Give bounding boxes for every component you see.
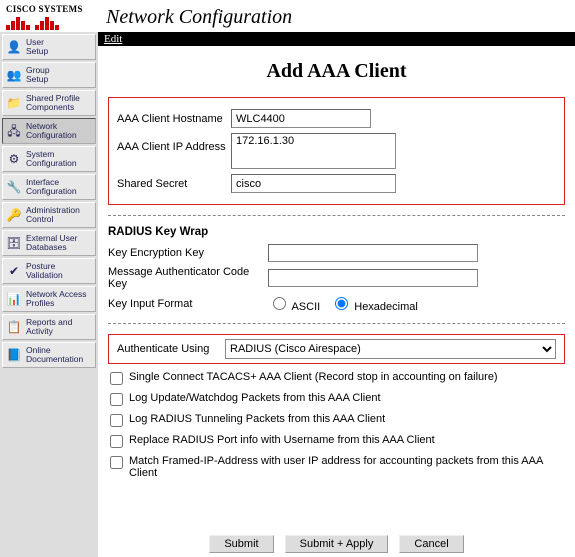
sidebar: 👤User Setup 👥Group Setup 📁Shared Profile…: [0, 32, 98, 557]
auth-using-label: Authenticate Using: [117, 343, 225, 355]
submit-button[interactable]: Submit: [209, 535, 273, 553]
footer-buttons: Submit Submit + Apply Cancel: [98, 529, 575, 557]
sidebar-item-label: Shared Profile Components: [26, 94, 80, 112]
logo-text: CISCO SYSTEMS: [6, 4, 92, 14]
sidebar-item-group-setup[interactable]: 👥Group Setup: [2, 62, 96, 88]
sidebar-item-nap[interactable]: 📊Network Access Profiles: [2, 286, 96, 312]
sidebar-item-label: Administration Control: [26, 206, 80, 224]
sidebar-item-label: Posture Validation: [26, 262, 63, 280]
clipboard-icon: 📋: [5, 318, 23, 336]
hostname-label: AAA Client Hostname: [117, 113, 231, 125]
group-icon: 👥: [5, 66, 23, 84]
cancel-button[interactable]: Cancel: [399, 535, 463, 553]
hostname-input[interactable]: [231, 109, 371, 128]
database-icon: 🗄: [5, 234, 23, 252]
cb-log-tunnel[interactable]: [110, 414, 123, 427]
user-icon: 👤: [5, 38, 23, 56]
kek-input[interactable]: [268, 244, 478, 262]
sidebar-item-label: Interface Configuration: [26, 178, 77, 196]
submit-apply-button[interactable]: Submit + Apply: [285, 535, 389, 553]
secret-label: Shared Secret: [117, 178, 231, 190]
ascii-text: ASCII: [291, 301, 320, 313]
sidebar-item-label: Online Documentation: [26, 346, 83, 364]
sidebar-item-label: System Configuration: [26, 150, 77, 168]
cb-match-framed-ip[interactable]: [110, 456, 123, 469]
header: CISCO SYSTEMS Network Configuration: [0, 0, 575, 32]
auth-using-box: Authenticate Using RADIUS (Cisco Airespa…: [108, 334, 565, 364]
format-label: Key Input Format: [108, 298, 268, 310]
sidebar-item-interface-config[interactable]: 🔧Interface Configuration: [2, 174, 96, 200]
ascii-radio[interactable]: [273, 297, 286, 310]
hex-radio[interactable]: [335, 297, 348, 310]
cb-label: Log RADIUS Tunneling Packets from this A…: [129, 413, 565, 425]
ip-label: AAA Client IP Address: [117, 133, 231, 153]
menu-edit[interactable]: Edit: [104, 33, 122, 45]
sidebar-item-network-config[interactable]: 🖧Network Configuration: [2, 118, 96, 144]
secret-input[interactable]: [231, 174, 396, 193]
hex-text: Hexadecimal: [354, 301, 418, 313]
main: Edit Add AAA Client AAA Client Hostname …: [98, 32, 575, 557]
page-title: Network Configuration: [98, 6, 292, 29]
kek-label: Key Encryption Key: [108, 247, 268, 259]
wrench-icon: 🔧: [5, 178, 23, 196]
key-icon: 🔑: [5, 206, 23, 224]
sidebar-item-label: Group Setup: [26, 66, 50, 84]
sidebar-item-reports[interactable]: 📋Reports and Activity: [2, 314, 96, 340]
sidebar-item-label: Network Access Profiles: [26, 290, 86, 308]
network-icon: 🖧: [5, 122, 23, 140]
cb-log-update[interactable]: [110, 393, 123, 406]
hex-radio-label[interactable]: Hexadecimal: [330, 294, 418, 313]
sidebar-item-label: Network Configuration: [26, 122, 77, 140]
sidebar-item-label: External User Databases: [26, 234, 78, 252]
cb-label: Single Connect TACACS+ AAA Client (Recor…: [129, 371, 565, 383]
cb-label: Replace RADIUS Port info with Username f…: [129, 434, 565, 446]
check-icon: ✔: [5, 262, 23, 280]
mack-label: Message Authenticator Code Key: [108, 266, 268, 290]
app-window: CISCO SYSTEMS Network Configuration 👤Use…: [0, 0, 575, 557]
book-icon: 📘: [5, 346, 23, 364]
sidebar-item-system-config[interactable]: ⚙System Configuration: [2, 146, 96, 172]
sidebar-item-admin-control[interactable]: 🔑Administration Control: [2, 202, 96, 228]
keywrap-heading: RADIUS Key Wrap: [108, 226, 565, 238]
cb-label: Match Framed-IP-Address with user IP add…: [129, 455, 565, 479]
mack-input[interactable]: [268, 269, 478, 287]
options-list: Single Connect TACACS+ AAA Client (Recor…: [108, 371, 565, 479]
sidebar-item-docs[interactable]: 📘Online Documentation: [2, 342, 96, 368]
cb-replace-port[interactable]: [110, 435, 123, 448]
cb-label: Log Update/Watchdog Packets from this AA…: [129, 392, 565, 404]
body: 👤User Setup 👥Group Setup 📁Shared Profile…: [0, 32, 575, 557]
client-info-box: AAA Client Hostname AAA Client IP Addres…: [108, 97, 565, 205]
keywrap-section: RADIUS Key Wrap Key Encryption Key Messa…: [108, 226, 565, 313]
menubar: Edit: [98, 32, 575, 46]
folder-icon: 📁: [5, 94, 23, 112]
cb-single-connect[interactable]: [110, 372, 123, 385]
form-title: Add AAA Client: [108, 60, 565, 83]
sidebar-item-shared-profile[interactable]: 📁Shared Profile Components: [2, 90, 96, 116]
ascii-radio-label[interactable]: ASCII: [268, 294, 320, 313]
cisco-logo: CISCO SYSTEMS: [0, 2, 98, 32]
sidebar-item-external-db[interactable]: 🗄External User Databases: [2, 230, 96, 256]
gear-icon: ⚙: [5, 150, 23, 168]
content: Add AAA Client AAA Client Hostname AAA C…: [98, 46, 575, 529]
logo-bars-icon: [6, 16, 92, 30]
sidebar-item-user-setup[interactable]: 👤User Setup: [2, 34, 96, 60]
sidebar-item-label: Reports and Activity: [26, 318, 72, 336]
auth-using-select[interactable]: RADIUS (Cisco Airespace): [225, 339, 556, 359]
divider: [108, 323, 565, 324]
sidebar-item-label: User Setup: [26, 38, 48, 56]
ip-textarea[interactable]: [231, 133, 396, 169]
sidebar-item-posture[interactable]: ✔Posture Validation: [2, 258, 96, 284]
chart-icon: 📊: [5, 290, 23, 308]
divider: [108, 215, 565, 216]
